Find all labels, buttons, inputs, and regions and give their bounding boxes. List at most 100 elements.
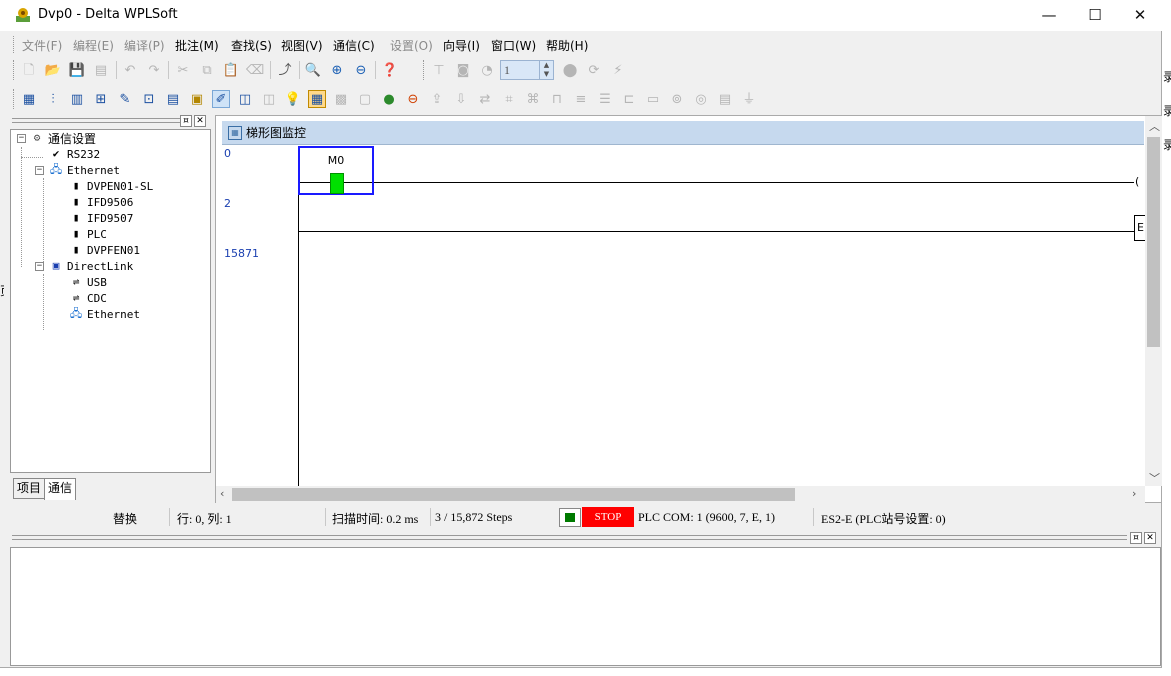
scroll-left-icon[interactable]: ‹ (220, 487, 224, 500)
tree-node-device[interactable]: ▮ DVPEN01-SL (69, 178, 154, 194)
tree-node-root[interactable]: ⚙ 通信设置 (30, 130, 96, 146)
output-area[interactable] (10, 547, 1161, 666)
close-icon[interactable]: ✕ (194, 115, 206, 127)
tree-node-ethernet-direct[interactable]: 🖧 Ethernet (69, 306, 140, 322)
vertical-scroll-thumb[interactable] (1147, 137, 1160, 347)
menu-settings[interactable]: 设置(O) (390, 37, 433, 54)
spin-arrows[interactable]: ▲ ▼ (539, 61, 553, 79)
format-icon[interactable]: ⊓ (548, 90, 566, 108)
vertical-scrollbar[interactable]: ︿ ﹀ (1145, 116, 1162, 486)
zoom-reset-icon[interactable]: ◎ (692, 90, 710, 108)
insert-rung-icon[interactable]: ≡ (572, 90, 590, 108)
ladder-monitor-icon[interactable]: ▦ (308, 90, 326, 108)
stop-icon[interactable]: ⊖ (404, 90, 422, 108)
menu-compile[interactable]: 编译(P) (124, 37, 165, 54)
clock-icon[interactable]: ◔ (478, 61, 496, 79)
tree-node-rs232[interactable]: ✔ RS232 (49, 146, 100, 162)
print-icon[interactable]: ▤ (92, 61, 110, 79)
pin-icon[interactable]: ¤ (1130, 532, 1142, 544)
edit-pencil-icon[interactable]: ✎ (116, 90, 134, 108)
cut-icon[interactable]: ✂ (174, 61, 192, 79)
tree-node-usb[interactable]: ⇌ USB (69, 274, 107, 290)
camera-icon[interactable]: ◙ (454, 61, 472, 79)
tree-node-ethernet[interactable]: 🖧 Ethernet (49, 162, 120, 178)
menu-search[interactable]: 查找(S) (231, 37, 272, 54)
monitor-icon[interactable]: ◫ (236, 90, 254, 108)
stamp-icon[interactable]: ⊤ (430, 61, 448, 79)
menu-help[interactable]: 帮助(H) (546, 37, 588, 54)
new-file-icon[interactable]: 🗋 (20, 61, 38, 79)
download-icon[interactable]: ⇩ (452, 90, 470, 108)
ladder-mode-icon[interactable]: ▦ (20, 90, 38, 108)
zoom-in-icon[interactable]: ⊕ (328, 61, 346, 79)
scroll-up-icon[interactable]: ︿ (1149, 118, 1160, 134)
pin-icon[interactable]: ¤ (180, 115, 192, 127)
menu-window[interactable]: 窗口(W) (491, 37, 536, 54)
toolbar-grip[interactable] (13, 89, 16, 109)
branch-icon[interactable]: ⊏ (620, 90, 638, 108)
erase-icon[interactable]: ⌫ (246, 61, 264, 79)
ladder-edit-icon[interactable]: ⫶ (44, 90, 62, 108)
spin-down-icon[interactable]: ▼ (540, 70, 553, 79)
toolbar-grip[interactable] (423, 60, 426, 80)
scroll-right-icon[interactable]: › (1132, 487, 1136, 500)
grid-icon[interactable]: ▩ (332, 90, 350, 108)
spin-up-icon[interactable]: ▲ (540, 61, 553, 70)
tree-node-device[interactable]: ▮ DVPFEN01 (69, 242, 140, 258)
horizontal-scrollbar[interactable]: ‹ › (216, 486, 1145, 503)
menu-view[interactable]: 视图(V) (281, 37, 323, 54)
upload-icon[interactable]: ⇪ (428, 90, 446, 108)
tab-communication[interactable]: 通信 (44, 478, 77, 500)
tree-collapse-icon[interactable]: − (35, 166, 44, 175)
code-convert-icon[interactable]: ⌘ (524, 90, 542, 108)
tree-node-device[interactable]: ▮ IFD9506 (69, 194, 134, 210)
tab-project[interactable]: 项目 (13, 478, 46, 499)
tree-node-device[interactable]: ▮ PLC (69, 226, 107, 242)
menu-file[interactable]: 文件(F) (22, 37, 62, 54)
paste-icon[interactable]: 📋 (222, 61, 240, 79)
bulb-icon[interactable]: 💡 (284, 90, 302, 108)
refresh-icon[interactable]: ⟳ (585, 61, 603, 79)
report-icon[interactable]: ▤ (716, 90, 734, 108)
menu-communication[interactable]: 通信(C) (333, 37, 375, 54)
horizontal-scroll-thumb[interactable] (232, 488, 795, 501)
sfc-icon[interactable]: ⊞ (92, 90, 110, 108)
pane-grip[interactable] (12, 535, 1127, 540)
zoom-icon[interactable]: ⊚ (668, 90, 686, 108)
copy-icon[interactable]: ⧉ (198, 61, 216, 79)
tree-node-cdc[interactable]: ⇌ CDC (69, 290, 107, 306)
zoom-out-icon[interactable]: ⊖ (352, 61, 370, 79)
scroll-down-icon[interactable]: ﹀ (1149, 470, 1160, 486)
search-icon[interactable]: 🔍 (304, 61, 322, 79)
device-icon[interactable]: ⊡ (140, 90, 158, 108)
maximize-button[interactable]: ☐ (1072, 0, 1118, 31)
save-icon[interactable]: 💾 (68, 61, 86, 79)
open-folder-icon[interactable]: 📂 (44, 61, 62, 79)
value-spinbox[interactable]: ▲ ▼ (500, 60, 554, 80)
run-icon[interactable]: ● (380, 90, 398, 108)
jump-icon[interactable]: ⤴ (276, 61, 294, 79)
menu-wizard[interactable]: 向导(I) (443, 37, 480, 54)
table-icon[interactable]: ▤ (164, 90, 182, 108)
compare-icon[interactable]: ⇄ (476, 90, 494, 108)
minimize-button[interactable]: — (1026, 0, 1072, 31)
stop-circle-icon[interactable]: ⬤ (561, 61, 579, 79)
screen-icon[interactable]: ▢ (356, 90, 374, 108)
tree-node-device[interactable]: ▮ IFD9507 (69, 210, 134, 226)
window-icon[interactable]: ▭ (644, 90, 662, 108)
contact-cell-selected[interactable]: M0 (298, 146, 374, 195)
instruction-icon[interactable]: ▥ (68, 90, 86, 108)
undo-icon[interactable]: ↶ (121, 61, 139, 79)
menu-edit[interactable]: 编程(E) (73, 37, 114, 54)
comment-toggle-icon[interactable]: ✐ (212, 90, 230, 108)
tree-collapse-icon[interactable]: − (35, 262, 44, 271)
tree-collapse-icon[interactable]: − (17, 134, 26, 143)
network-icon[interactable]: ⏚ (740, 90, 758, 108)
delete-rung-icon[interactable]: ☰ (596, 90, 614, 108)
close-button[interactable]: ✕ (1117, 0, 1163, 31)
help-icon[interactable]: ❓ (381, 61, 399, 79)
redo-icon[interactable]: ↷ (145, 61, 163, 79)
wand-icon[interactable]: ⚡ (609, 61, 627, 79)
monitor-stop-icon[interactable]: ◫ (260, 90, 278, 108)
menu-grip[interactable] (13, 36, 16, 53)
